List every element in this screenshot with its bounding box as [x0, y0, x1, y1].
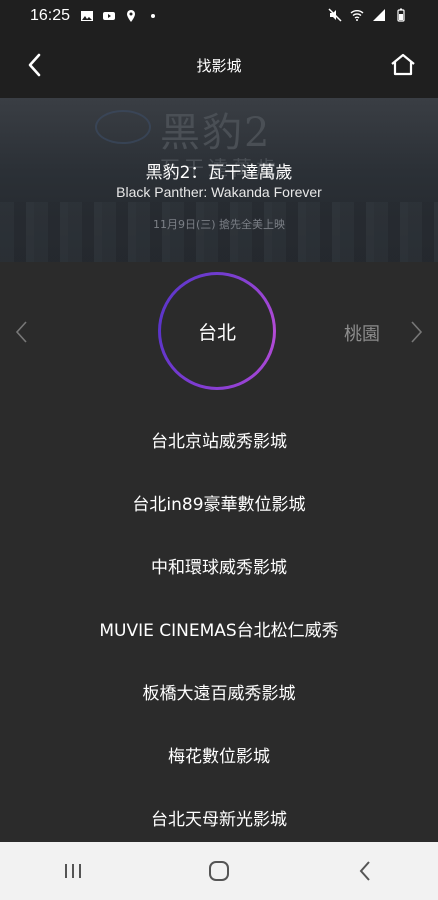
previous-city-button[interactable] — [12, 320, 32, 344]
theater-list-item[interactable]: 台北in89豪華數位影城 — [0, 471, 438, 534]
studio-logo — [95, 110, 151, 144]
location-icon — [127, 10, 136, 22]
chevron-right-icon — [411, 321, 423, 343]
status-left-icons — [80, 9, 160, 23]
system-home-button[interactable] — [199, 851, 239, 891]
banner-poster-title: 黑豹2 — [160, 110, 272, 156]
recent-apps-button[interactable] — [53, 851, 93, 891]
system-back-button[interactable] — [345, 851, 385, 891]
battery-icon — [397, 8, 405, 22]
recent-apps-icon — [65, 864, 81, 878]
movie-banner[interactable]: 黑豹2 瓦干達萬歲 11月9日(三) 搶先全美上映 黑豹2：瓦干達萬歲 Blac… — [0, 98, 438, 262]
status-bar: 16:25 — [0, 0, 438, 32]
home-icon — [391, 53, 415, 76]
movie-title-zh: 黑豹2：瓦干達萬歲 — [145, 163, 293, 183]
youtube-icon — [103, 12, 116, 20]
next-city-label[interactable]: 桃園 — [344, 320, 380, 346]
gallery-icon — [81, 11, 94, 21]
banner-release-date: 11月9日(三) 搶先全美上映 — [152, 218, 286, 231]
home-button[interactable] — [388, 50, 418, 80]
theater-list-item[interactable]: 中和環球威秀影城 — [0, 534, 438, 597]
mute-icon — [328, 8, 342, 22]
app-header: 找影城 — [0, 32, 438, 98]
page-title: 找影城 — [196, 56, 242, 75]
banner-poster-art — [0, 202, 438, 262]
theater-list-item[interactable]: MUVIE CINEMAS台北松仁威秀 — [0, 597, 438, 660]
theater-list-item[interactable]: 梅花數位影城 — [0, 723, 438, 786]
dot-icon — [151, 14, 156, 18]
next-city-button[interactable] — [406, 320, 426, 344]
signal-icon — [373, 9, 385, 21]
theater-list-item[interactable]: 台北天母新光影城 — [0, 786, 438, 849]
current-city-ring[interactable]: 台北 — [158, 272, 276, 390]
status-time: 16:25 — [30, 7, 71, 24]
chevron-left-icon — [15, 321, 27, 343]
theater-list: 台北京站威秀影城 台北in89豪華數位影城 中和環球威秀影城 MUVIE CIN… — [0, 408, 438, 849]
back-button[interactable] — [20, 50, 50, 80]
screen: 16:25 找影城 黑豹2 瓦干達萬歲 11月9日(三) 搶先全美上映 黑豹2：… — [0, 0, 438, 900]
system-nav-bar — [0, 842, 438, 900]
city-selector: 台北 桃園 — [0, 262, 438, 402]
home-circle-icon — [209, 861, 229, 881]
wifi-icon — [350, 10, 364, 21]
back-arrow-icon — [359, 861, 370, 881]
theater-list-item[interactable]: 板橋大遠百威秀影城 — [0, 660, 438, 723]
current-city-label: 台北 — [161, 275, 273, 387]
chevron-left-icon — [28, 53, 41, 77]
status-right-icons — [328, 8, 408, 22]
theater-list-item[interactable]: 台北京站威秀影城 — [0, 408, 438, 471]
movie-title-en: Black Panther: Wakanda Forever — [116, 184, 322, 200]
